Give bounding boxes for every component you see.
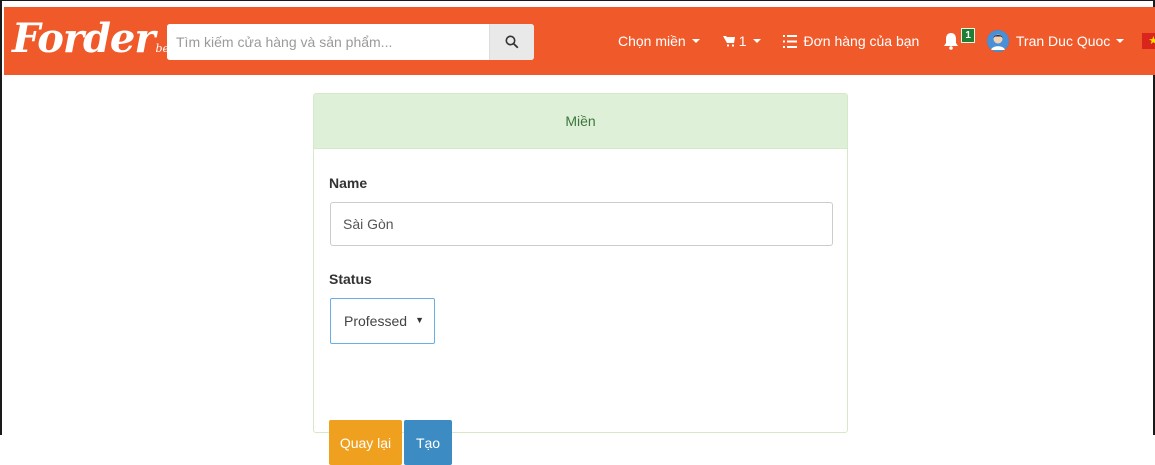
back-button[interactable]: Quay lại: [329, 420, 402, 465]
cart-icon: [722, 36, 735, 47]
status-value: Professed: [344, 313, 408, 329]
region-label: Chọn miền: [618, 33, 686, 49]
name-label: Name: [329, 175, 368, 191]
dropdown-arrow-icon: ▼: [415, 315, 424, 325]
avatar: [986, 30, 1009, 52]
window-frame: Forderbeta Chọn miền: [0, 0, 1155, 465]
name-input[interactable]: [330, 202, 833, 246]
region-form-panel: Miền Name Status Professed ▼ Quay lại Tạ…: [313, 93, 848, 465]
list-icon: [782, 34, 797, 48]
search-button[interactable]: [489, 24, 534, 60]
orders-label: Đơn hàng của bạn: [803, 33, 920, 49]
vietnam-flag-icon: ★: [1142, 33, 1155, 49]
status-label: Status: [329, 271, 372, 287]
notification-button[interactable]: 1: [943, 27, 975, 50]
language-dropdown[interactable]: ★: [1142, 33, 1155, 49]
chevron-down-icon: [691, 39, 700, 43]
status-select[interactable]: Professed ▼: [330, 298, 435, 344]
panel-heading: Miền: [314, 94, 847, 149]
top-navbar: Forderbeta Chọn miền: [4, 7, 1155, 75]
panel-title: Miền: [565, 113, 596, 129]
chevron-down-icon: [752, 39, 761, 43]
region-dropdown[interactable]: Chọn miền: [618, 33, 700, 49]
search-icon: [505, 35, 519, 49]
bell-icon: [944, 33, 959, 50]
user-name: Tran Duc Quoc: [1015, 33, 1111, 49]
search-input[interactable]: [167, 24, 489, 60]
user-dropdown[interactable]: Tran Duc Quoc: [986, 30, 1125, 52]
logo-text: Forder: [12, 15, 155, 62]
search-box: [167, 24, 534, 60]
notification-badge: 1: [961, 27, 975, 43]
create-button[interactable]: Tạo: [404, 420, 452, 465]
user-avatar-icon: [986, 30, 1009, 52]
cart-count: 1: [738, 33, 747, 49]
nav-right: Chọn miền 1 Đơn hàng của bạn 1 Tran Duc …: [618, 7, 1155, 75]
cart-dropdown[interactable]: 1: [722, 33, 761, 49]
chevron-down-icon: [1116, 39, 1125, 43]
orders-link[interactable]: Đơn hàng của bạn: [782, 33, 920, 49]
brand-logo[interactable]: Forderbeta: [12, 15, 180, 65]
